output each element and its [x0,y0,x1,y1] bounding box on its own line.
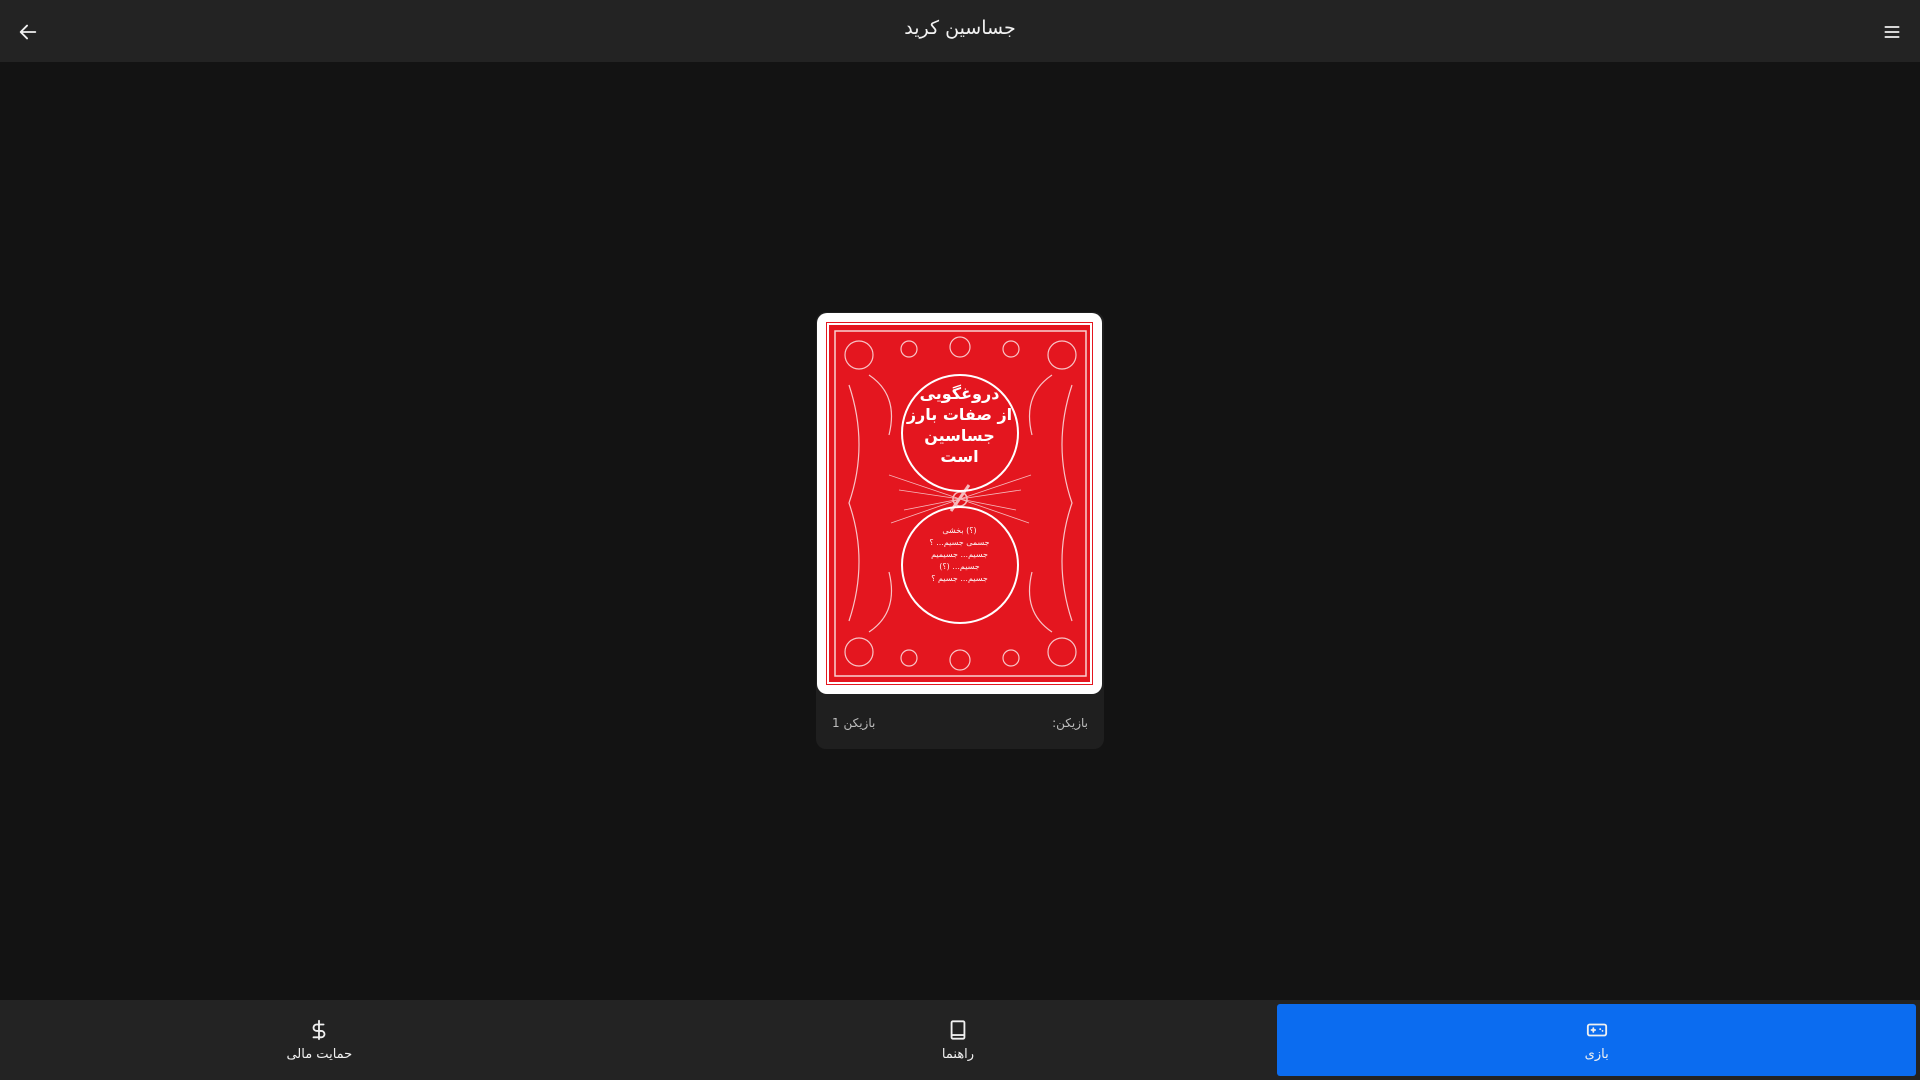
menu-button[interactable] [1872,12,1912,52]
nav-item-guide[interactable]: راهنما [639,1000,1278,1080]
hamburger-menu-icon [1884,26,1900,38]
card-ornament-graphic [834,330,1087,677]
gamepad-icon [1586,1023,1607,1036]
bottom-navigation: حمایت مالی راهنما بازی [0,1000,1920,1080]
card-main-text: دروغگویی از صفات بارز جساسین است [906,384,1013,466]
player-name: بازیکن 1 [832,715,876,730]
card-face: دروغگویی از صفات بارز جساسین است (؟) بخش… [817,313,1102,694]
nav-item-play[interactable]: بازی [1277,1004,1917,1076]
nav-label-donate: حمایت مالی [286,1046,353,1062]
nav-item-donate[interactable]: حمایت مالی [0,1000,639,1080]
arrow-left-icon [19,24,37,40]
card-back-pattern: دروغگویی از صفات بارز جساسین است (؟) بخش… [826,322,1093,685]
nav-label-guide: راهنما [941,1046,975,1062]
card-sub-text: (؟) بخشی جسمی جسیم... ؟ جسیم... جسیمیم ج… [929,526,990,583]
dollar-icon [312,1019,326,1040]
page-title: جساسین کرید [904,17,1016,39]
role-card[interactable]: دروغگویی از صفات بارز جساسین است (؟) بخش… [816,312,1104,749]
card-footer: بازیکن: بازیکن 1 [816,696,1104,749]
app-header: جساسین کرید [0,0,1920,62]
book-icon [950,1019,966,1040]
player-label: بازیکن: [1052,715,1088,730]
nav-label-play: بازی [1584,1046,1609,1062]
back-button[interactable] [8,12,48,52]
